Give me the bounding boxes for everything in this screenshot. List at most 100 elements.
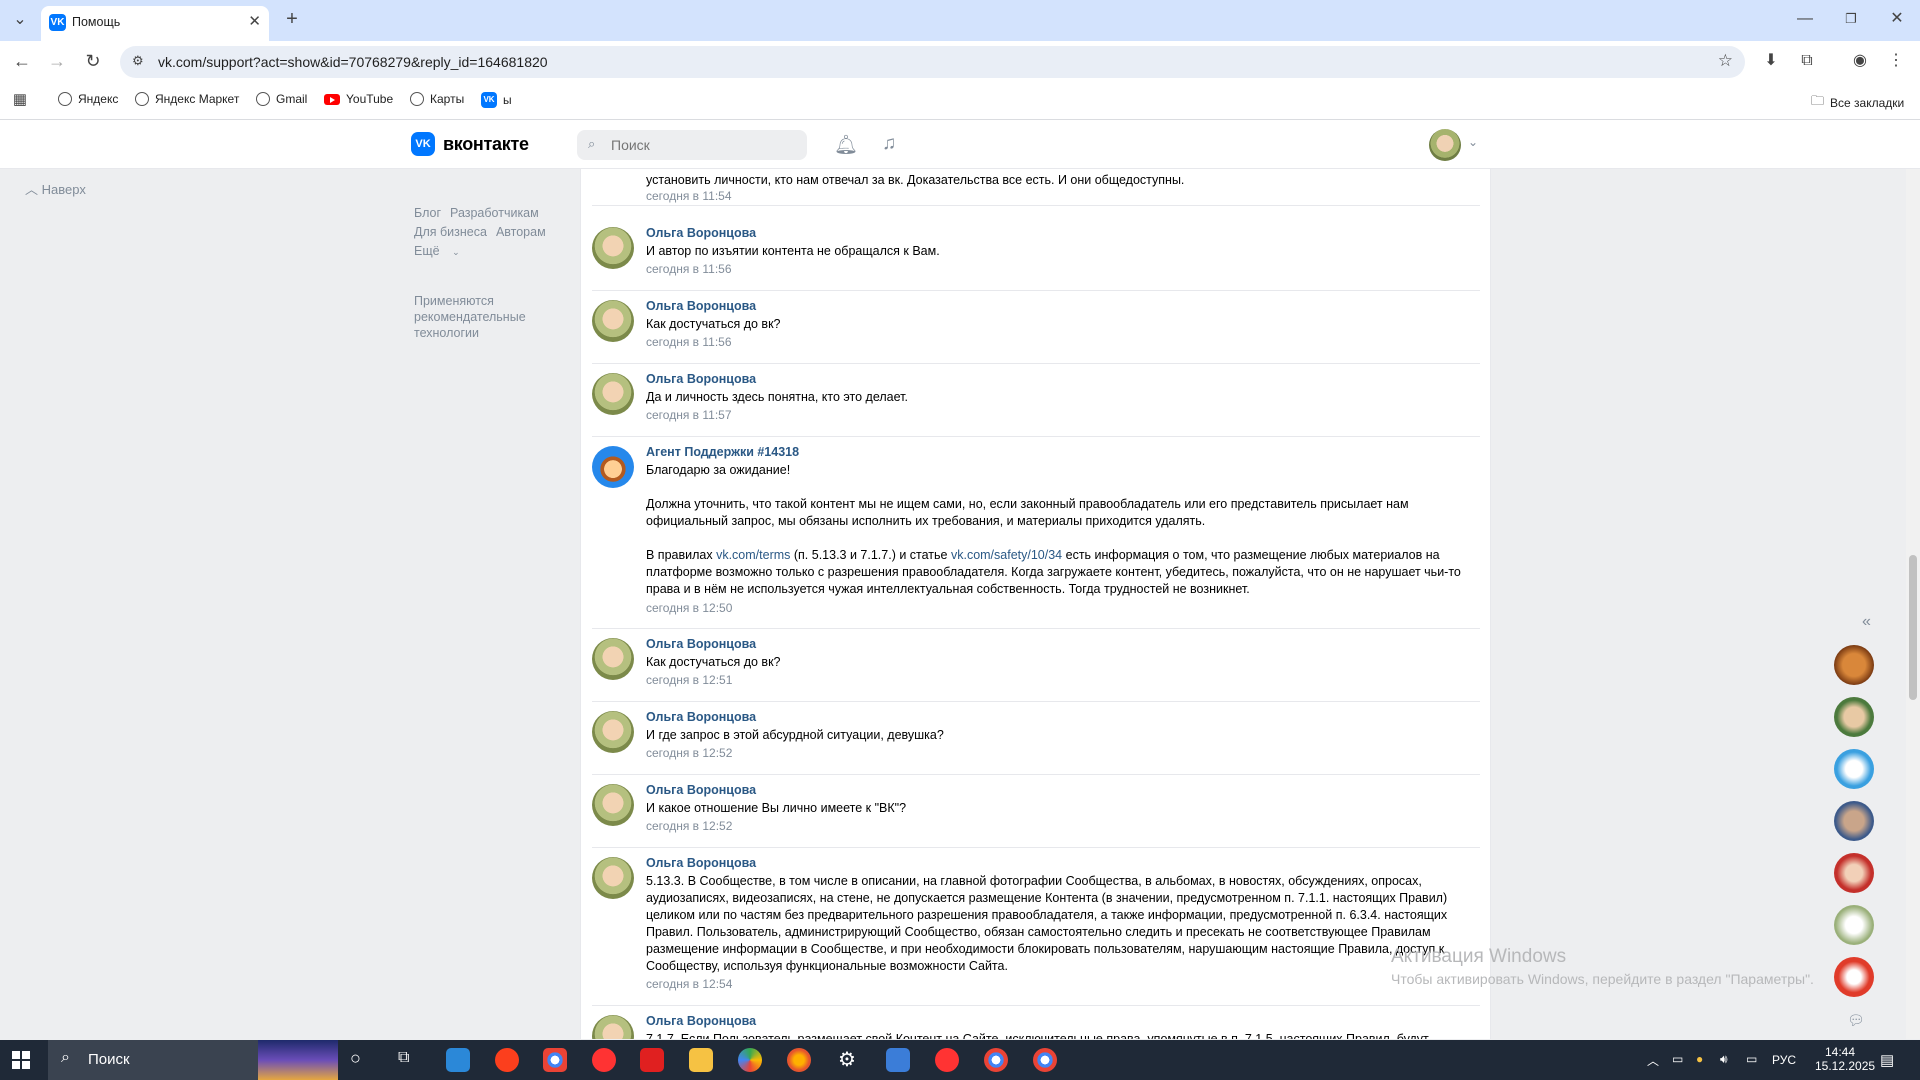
restore-icon[interactable]: ❐ [1841, 9, 1861, 29]
network-icon[interactable]: ▭ [1746, 1052, 1757, 1066]
link-blog[interactable]: Блог [414, 204, 441, 223]
window-app-icon[interactable] [886, 1048, 910, 1072]
store-app-icon[interactable] [446, 1048, 470, 1072]
bookmark-vk[interactable]: VK ы [481, 92, 512, 108]
battery-icon[interactable]: ▭ [1672, 1052, 1683, 1066]
bookmark-star-icon[interactable]: ☆ [1718, 51, 1733, 71]
author-avatar[interactable] [592, 227, 634, 269]
taskbar-clock[interactable]: 14:44 15.12.2025 [1815, 1045, 1875, 1073]
page-scrollbar[interactable] [1906, 169, 1920, 1039]
message-author[interactable]: Агент Поддержки #14318 [646, 445, 799, 459]
bookmark-yandex[interactable]: Яндекс [58, 92, 118, 106]
notifications-bell-icon[interactable]: 🔔︎ [834, 133, 858, 157]
yandex-browser-icon[interactable] [935, 1048, 959, 1072]
yandex-browser-icon[interactable] [592, 1048, 616, 1072]
message-author[interactable]: Ольга Воронцова [646, 783, 756, 797]
tab-close-icon[interactable]: ✕ [248, 12, 261, 30]
vk-logo[interactable]: VK вконтакте [411, 132, 529, 156]
bookmark-gmail[interactable]: Gmail [256, 92, 307, 106]
message-time[interactable]: сегодня в 11:56 [646, 262, 732, 276]
site-info-icon[interactable]: ⚙ [132, 53, 144, 69]
apps-grid-icon[interactable]: ▦ [10, 90, 30, 110]
task-view-icon[interactable]: ⧉ [398, 1049, 409, 1067]
chevron-down-icon[interactable]: ⌄ [1468, 135, 1478, 149]
scrollbar-thumb[interactable] [1909, 555, 1917, 700]
friend-avatar[interactable] [1834, 853, 1874, 893]
link-more[interactable]: Ещё ⌄ [414, 242, 469, 262]
message-time[interactable]: сегодня в 12:52 [646, 746, 732, 760]
bookmark-yandex-market[interactable]: Яндекс Маркет [135, 92, 239, 106]
wps-office-icon[interactable] [640, 1048, 664, 1072]
link-developers[interactable]: Разработчикам [450, 204, 539, 223]
tray-app-icon[interactable]: ● [1696, 1052, 1703, 1066]
vk-search[interactable]: ⌕ [577, 130, 807, 160]
message-author[interactable]: Ольга Воронцова [646, 372, 756, 386]
reload-icon[interactable]: ↻ [83, 51, 103, 71]
link-safety[interactable]: vk.com/safety/10/34 [951, 548, 1062, 562]
menu-kebab-icon[interactable]: ⋮ [1886, 51, 1906, 71]
link-authors[interactable]: Авторам [496, 223, 546, 242]
volume-icon[interactable]: 🔊︎ [1720, 1052, 1728, 1067]
bookmark-maps[interactable]: Карты [410, 92, 464, 106]
chrome-app-icon[interactable] [543, 1048, 567, 1072]
chrome-app-icon[interactable] [984, 1048, 1008, 1072]
link-business[interactable]: Для бизнеса [414, 223, 487, 242]
message-time[interactable]: сегодня в 11:56 [646, 335, 732, 349]
friend-avatar[interactable] [1834, 645, 1874, 685]
user-avatar[interactable] [1429, 129, 1461, 161]
download-icon[interactable]: ⬇ [1761, 51, 1781, 71]
author-avatar[interactable] [592, 784, 634, 826]
window-close-icon[interactable]: ✕ [1887, 9, 1907, 29]
friend-avatar[interactable] [1834, 697, 1874, 737]
file-explorer-icon[interactable] [689, 1048, 713, 1072]
message-author[interactable]: Ольга Воронцова [646, 710, 756, 724]
photos-app-icon[interactable] [738, 1048, 762, 1072]
back-to-top[interactable]: ︿ Наверх [25, 179, 86, 198]
tab-active[interactable]: VK Помощь ✕ [41, 6, 269, 41]
music-icon[interactable]: ♫ [882, 133, 896, 155]
cortana-icon[interactable]: ○ [350, 1048, 361, 1069]
message-time[interactable]: сегодня в 11:57 [646, 408, 732, 422]
author-avatar[interactable] [592, 857, 634, 899]
link-terms[interactable]: vk.com/terms [716, 548, 790, 562]
message-author[interactable]: Ольга Воронцова [646, 1014, 756, 1028]
notifications-icon[interactable]: ▤ [1880, 1051, 1894, 1069]
tab-search-chevron-icon[interactable]: ⌄ [10, 10, 30, 30]
author-avatar[interactable] [592, 373, 634, 415]
agent-avatar[interactable] [592, 446, 634, 488]
recommendation-note[interactable]: Применяются рекомендательные технологии [414, 293, 544, 341]
author-avatar[interactable] [592, 638, 634, 680]
message-time[interactable]: сегодня в 12:51 [646, 673, 732, 687]
minimize-icon[interactable]: — [1795, 9, 1815, 29]
friend-avatar[interactable] [1834, 957, 1874, 997]
profile-icon[interactable]: ◉ [1850, 51, 1870, 71]
message-time[interactable]: сегодня в 12:50 [646, 601, 732, 615]
forward-icon[interactable]: → [47, 51, 67, 71]
message-author[interactable]: Ольга Воронцова [646, 637, 756, 651]
message-time[interactable]: сегодня в 12:54 [646, 977, 732, 991]
bookmark-youtube[interactable]: YouTube [324, 92, 393, 106]
chat-bubble-icon[interactable]: 💬︎ [1847, 1012, 1865, 1029]
tray-chevron-icon[interactable]: ︿ [1647, 1052, 1659, 1069]
chrome-app-icon[interactable] [1033, 1048, 1057, 1072]
message-author[interactable]: Ольга Воронцова [646, 299, 756, 313]
message-time[interactable]: сегодня в 11:54 [646, 189, 732, 203]
author-avatar[interactable] [592, 1015, 634, 1039]
extensions-icon[interactable]: ⧉ [1797, 51, 1817, 71]
friend-avatar[interactable] [1834, 749, 1874, 789]
settings-gear-icon[interactable]: ⚙ [838, 1047, 856, 1072]
new-tab-icon[interactable]: + [280, 9, 304, 29]
omnibox[interactable]: ⚙ vk.com/support?act=show&id=70768279&re… [120, 46, 1745, 78]
url-text[interactable]: vk.com/support?act=show&id=70768279&repl… [158, 54, 548, 70]
message-time[interactable]: сегодня в 12:52 [646, 819, 732, 833]
yandex-app-icon[interactable] [495, 1048, 519, 1072]
back-icon[interactable]: ← [12, 51, 32, 71]
taskbar-search[interactable]: ⌕ Поиск [48, 1040, 338, 1080]
author-avatar[interactable] [592, 300, 634, 342]
author-avatar[interactable] [592, 711, 634, 753]
message-author[interactable]: Ольга Воронцова [646, 856, 756, 870]
message-author[interactable]: Ольга Воронцова [646, 226, 756, 240]
all-bookmarks[interactable]: 🗀 Все закладки [1811, 92, 1904, 114]
input-language[interactable]: РУС [1772, 1053, 1796, 1067]
firefox-app-icon[interactable] [787, 1048, 811, 1072]
